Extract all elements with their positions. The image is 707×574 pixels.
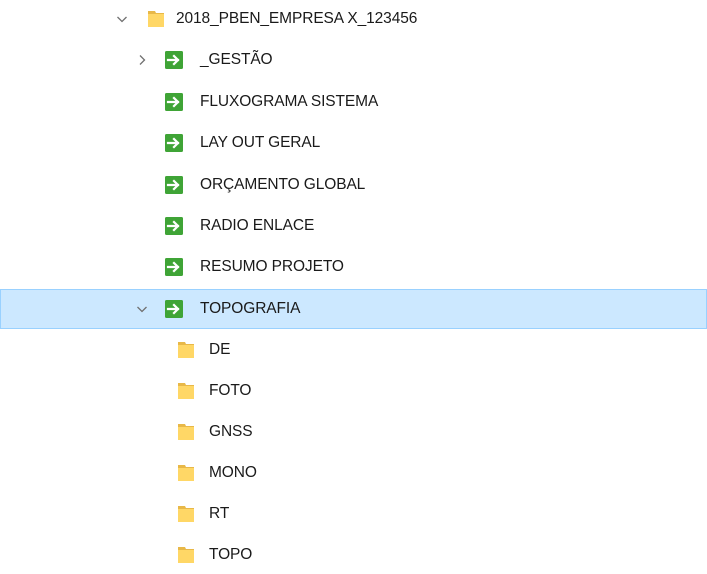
- shortcut-icon: [164, 257, 184, 277]
- folder-icon: [146, 9, 166, 29]
- tree-item-topo[interactable]: TOPO: [0, 536, 707, 566]
- tree-item-label: _GESTÃO: [200, 51, 273, 68]
- shortcut-icon: [164, 299, 184, 319]
- folder-icon: [176, 422, 196, 442]
- tree-item-de[interactable]: DE: [0, 331, 707, 369]
- shortcut-icon: [164, 175, 184, 195]
- tree-item-label: GNSS: [209, 423, 253, 440]
- tree-item-label: TOPO: [209, 546, 253, 563]
- tree-item-label: FLUXOGRAMA SISTEMA: [200, 93, 379, 110]
- tree-item-label: RADIO ENLACE: [200, 217, 315, 234]
- shortcut-icon: [164, 50, 184, 70]
- shortcut-icon: [164, 216, 184, 236]
- chevron-down-icon[interactable]: [114, 11, 130, 27]
- chevron-down-icon[interactable]: [134, 301, 150, 317]
- tree-item-label: TOPOGRAFIA: [200, 300, 301, 317]
- folder-icon: [176, 381, 196, 401]
- tree-item-gestao[interactable]: _GESTÃO: [0, 41, 707, 79]
- tree-item-fluxograma-sistema[interactable]: FLUXOGRAMA SISTEMA: [0, 83, 707, 121]
- folder-icon: [176, 545, 196, 565]
- tree-item-orcamento-global[interactable]: ORÇAMENTO GLOBAL: [0, 166, 707, 204]
- tree-item-label: FOTO: [209, 382, 252, 399]
- tree-item-root[interactable]: 2018_PBEN_EMPRESA X_123456: [0, 0, 707, 38]
- tree-item-radio-enlace[interactable]: RADIO ENLACE: [0, 207, 707, 245]
- tree-item-topografia[interactable]: TOPOGRAFIA: [0, 289, 707, 329]
- shortcut-icon: [164, 133, 184, 153]
- tree-item-label: RT: [209, 505, 230, 522]
- tree-item-label: 2018_PBEN_EMPRESA X_123456: [176, 10, 418, 27]
- tree-item-lay-out-geral[interactable]: LAY OUT GERAL: [0, 124, 707, 162]
- folder-tree: 2018_PBEN_EMPRESA X_123456 _GESTÃO FLUXO…: [0, 0, 707, 566]
- tree-item-mono[interactable]: MONO: [0, 454, 707, 492]
- folder-icon: [176, 463, 196, 483]
- tree-item-label: DE: [209, 341, 231, 358]
- tree-item-rt[interactable]: RT: [0, 495, 707, 533]
- folder-icon: [176, 504, 196, 524]
- tree-item-label: RESUMO PROJETO: [200, 258, 344, 275]
- tree-item-label: ORÇAMENTO GLOBAL: [200, 176, 366, 193]
- folder-icon: [176, 340, 196, 360]
- tree-item-resumo-projeto[interactable]: RESUMO PROJETO: [0, 248, 707, 286]
- tree-item-gnss[interactable]: GNSS: [0, 413, 707, 451]
- tree-item-label: MONO: [209, 464, 257, 481]
- tree-item-foto[interactable]: FOTO: [0, 372, 707, 410]
- chevron-right-icon[interactable]: [134, 52, 150, 68]
- tree-item-label: LAY OUT GERAL: [200, 134, 321, 151]
- shortcut-icon: [164, 92, 184, 112]
